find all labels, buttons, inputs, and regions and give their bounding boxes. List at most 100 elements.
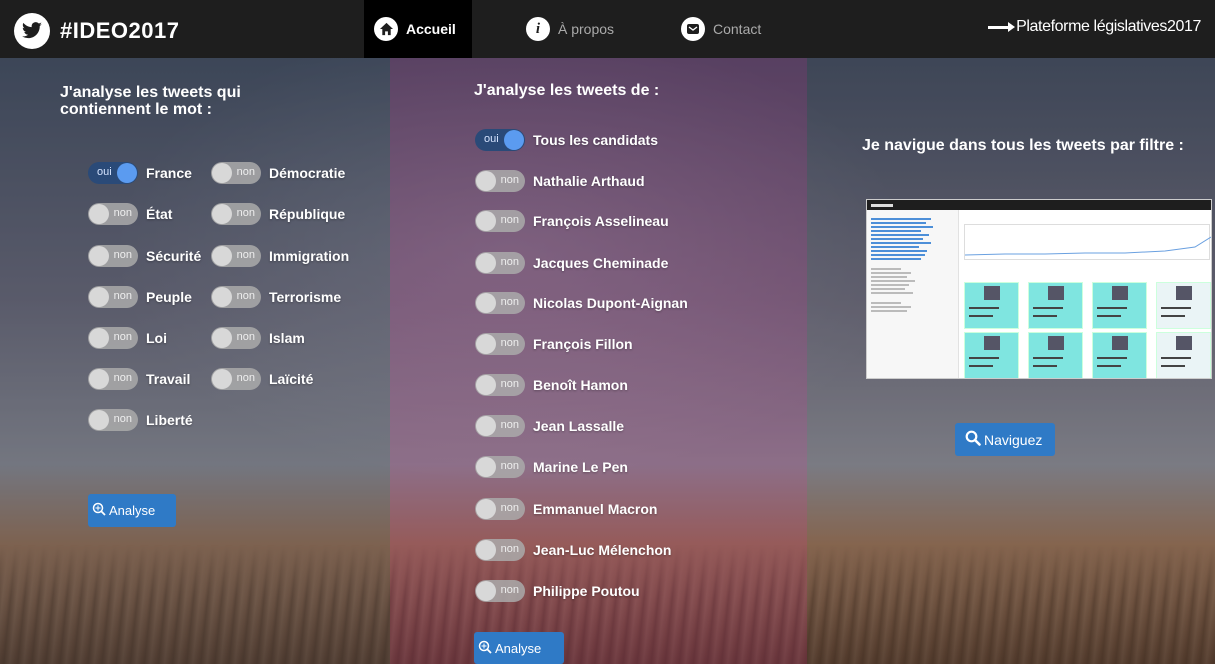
- candidate-toggle-row[interactable]: non François Asselineau: [475, 210, 669, 232]
- toggle-knob: [476, 253, 496, 273]
- word-toggle-row[interactable]: non Immigration: [211, 245, 349, 267]
- toggle-switch[interactable]: non: [211, 327, 261, 349]
- word-label: Loi: [146, 330, 167, 346]
- platform-link-label: Plateforme législatives2017: [1016, 18, 1201, 35]
- toggle-state-text: non: [236, 207, 255, 219]
- platform-link[interactable]: Plateforme législatives2017: [988, 18, 1201, 36]
- word-toggle-row[interactable]: oui France: [88, 162, 192, 184]
- candidate-label: Emmanuel Macron: [533, 501, 658, 517]
- toggle-switch[interactable]: non: [475, 252, 525, 274]
- candidate-label: Philippe Poutou: [533, 583, 640, 599]
- navigate-button[interactable]: Naviguez: [955, 423, 1055, 456]
- word-toggle-row[interactable]: non Loi: [88, 327, 167, 349]
- toggle-switch[interactable]: non: [88, 409, 138, 431]
- word-label: Démocratie: [269, 165, 346, 181]
- word-label: République: [269, 206, 346, 222]
- toggle-knob: [476, 171, 496, 191]
- word-label: Islam: [269, 330, 305, 346]
- candidate-toggle-row[interactable]: non Jacques Cheminade: [475, 252, 668, 274]
- toggle-switch[interactable]: non: [88, 327, 138, 349]
- toggle-state-text: non: [500, 502, 519, 514]
- word-label: État: [146, 206, 173, 222]
- candidate-toggle-row[interactable]: oui Tous les candidats: [475, 129, 658, 151]
- word-toggle-row[interactable]: non République: [211, 203, 345, 225]
- toggle-switch[interactable]: non: [475, 292, 525, 314]
- brand-title: #IDEO2017: [60, 18, 180, 43]
- candidate-toggle-row[interactable]: non Nathalie Arthaud: [475, 170, 645, 192]
- toggle-switch[interactable]: non: [475, 539, 525, 561]
- candidate-toggle-row[interactable]: non Philippe Poutou: [475, 580, 640, 602]
- toggle-switch[interactable]: non: [475, 415, 525, 437]
- candidate-label: Jacques Cheminade: [533, 255, 669, 271]
- word-label: France: [146, 165, 192, 181]
- candidate-toggle-row[interactable]: non Jean Lassalle: [475, 415, 624, 437]
- toggle-switch[interactable]: non: [475, 580, 525, 602]
- toggle-state-text: non: [113, 331, 132, 343]
- candidate-label: François Fillon: [533, 336, 633, 352]
- toggle-state-text: non: [500, 419, 519, 431]
- words-panel: [0, 58, 390, 664]
- toggle-state-text: non: [500, 337, 519, 349]
- toggle-switch[interactable]: non: [88, 368, 138, 390]
- toggle-switch[interactable]: non: [475, 456, 525, 478]
- candidate-toggle-row[interactable]: non Emmanuel Macron: [475, 498, 657, 520]
- word-toggle-row[interactable]: non Laïcité: [211, 368, 313, 390]
- candidate-toggle-row[interactable]: non Jean-Luc Mélenchon: [475, 539, 671, 561]
- app-preview-screenshot[interactable]: [866, 199, 1212, 379]
- toggle-knob: [117, 163, 137, 183]
- toggle-switch[interactable]: non: [211, 203, 261, 225]
- candidate-toggle-row[interactable]: non Benoît Hamon: [475, 374, 628, 396]
- nav-contact-label: Contact: [713, 21, 762, 37]
- toggle-switch[interactable]: non: [475, 498, 525, 520]
- home-icon: [374, 17, 398, 41]
- toggle-switch[interactable]: non: [88, 245, 138, 267]
- toggle-switch[interactable]: non: [211, 162, 261, 184]
- toggle-switch[interactable]: oui: [475, 129, 525, 151]
- word-toggle-row[interactable]: non Démocratie: [211, 162, 345, 184]
- toggle-knob: [89, 246, 109, 266]
- candidate-toggle-row[interactable]: non Nicolas Dupont-Aignan: [475, 292, 688, 314]
- toggle-knob: [476, 581, 496, 601]
- word-label: Travail: [146, 371, 191, 387]
- word-toggle-row[interactable]: non Liberté: [88, 409, 193, 431]
- toggle-switch[interactable]: non: [88, 203, 138, 225]
- toggle-switch[interactable]: non: [211, 245, 261, 267]
- toggle-switch[interactable]: non: [475, 170, 525, 192]
- brand[interactable]: #IDEO2017: [14, 13, 179, 49]
- word-toggle-row[interactable]: non Terrorisme: [211, 286, 341, 308]
- analyse-candidates-button[interactable]: Analyse: [474, 632, 564, 664]
- word-toggle-row[interactable]: non Travail: [88, 368, 190, 390]
- candidate-label: Jean Lassalle: [533, 418, 625, 434]
- analyse-icon: [478, 640, 492, 657]
- nav-accueil[interactable]: Accueil: [364, 0, 472, 58]
- toggle-switch[interactable]: non: [475, 333, 525, 355]
- candidate-label: Marine Le Pen: [533, 459, 628, 475]
- nav-a-propos[interactable]: i À propos: [526, 0, 614, 58]
- candidate-toggle-row[interactable]: non Marine Le Pen: [475, 456, 628, 478]
- toggle-switch[interactable]: non: [211, 368, 261, 390]
- toggle-state-text: non: [113, 290, 132, 302]
- nav-contact[interactable]: Contact: [681, 0, 761, 58]
- toggle-knob: [212, 163, 232, 183]
- toggle-switch[interactable]: oui: [88, 162, 138, 184]
- toggle-knob: [476, 211, 496, 231]
- toggle-switch[interactable]: non: [475, 210, 525, 232]
- toggle-switch[interactable]: non: [475, 374, 525, 396]
- word-label: Liberté: [146, 412, 193, 428]
- toggle-switch[interactable]: non: [211, 286, 261, 308]
- toggle-state-text: oui: [484, 133, 499, 145]
- analyse-words-button[interactable]: Analyse: [88, 494, 176, 527]
- word-label: Terrorisme: [269, 289, 342, 305]
- toggle-state-text: oui: [97, 166, 112, 178]
- word-toggle-row[interactable]: non Islam: [211, 327, 305, 349]
- preview-main: [962, 210, 1211, 378]
- word-toggle-row[interactable]: non Peuple: [88, 286, 192, 308]
- candidate-label: Tous les candidats: [533, 132, 658, 148]
- candidate-label: François Asselineau: [533, 213, 669, 229]
- toggle-switch[interactable]: non: [88, 286, 138, 308]
- candidate-toggle-row[interactable]: non François Fillon: [475, 333, 633, 355]
- toggle-state-text: non: [236, 331, 255, 343]
- toggle-knob: [476, 416, 496, 436]
- word-toggle-row[interactable]: non Sécurité: [88, 245, 201, 267]
- word-toggle-row[interactable]: non État: [88, 203, 172, 225]
